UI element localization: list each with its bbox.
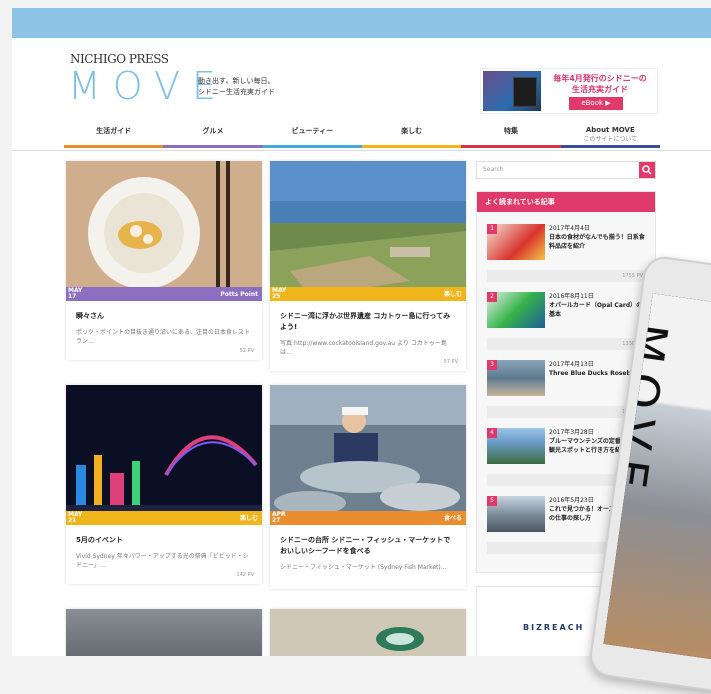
article-date: MAY 21: [68, 511, 83, 524]
article-excerpt: 写真:http://www.cockatooisland.gov.au より コ…: [280, 340, 447, 356]
top-bar: [12, 8, 711, 38]
article-card[interactable]: [270, 609, 466, 656]
ebook-text-1: 毎年4月発行のシドニーの: [553, 74, 647, 83]
ranked-title[interactable]: オパールカード（Opal Card）の基本: [549, 302, 642, 318]
search-box[interactable]: Search: [476, 161, 656, 179]
nav-item-feature[interactable]: 特集: [461, 118, 561, 148]
nav-item-gourmet[interactable]: グルメ: [163, 118, 263, 148]
ranked-text: 2016年8月11日オパールカード（Opal Card）の基本: [549, 292, 647, 319]
ranked-date: 2016年8月11日: [549, 293, 594, 300]
article-image: [270, 609, 466, 656]
tablet-icon: [513, 77, 537, 107]
rank-number: 5: [487, 496, 497, 506]
article-title[interactable]: シドニーの台所 シドニー・フィッシュ・マーケットでおいしいシーフードを食べる: [270, 525, 466, 561]
tagline-line-1: 動き出す、新しい毎日。: [198, 77, 275, 85]
search-icon: [642, 165, 652, 175]
nav-color-bar: [64, 145, 164, 148]
nav-item-guide[interactable]: 生活ガイド: [64, 118, 164, 148]
nav-color-bar: [361, 145, 462, 148]
article-category[interactable]: 食べる: [444, 513, 462, 522]
category-strip: [270, 287, 466, 301]
nav-color-bar: [262, 145, 362, 148]
article-image: [66, 609, 262, 656]
rank-number: 4: [487, 428, 497, 438]
article-category[interactable]: 楽しむ: [240, 513, 258, 522]
popular-heading: よく読まれている記事: [477, 192, 655, 212]
article-image: MAY 21 楽しむ: [66, 385, 262, 525]
nav-color-bar: [163, 145, 263, 148]
article-image: APR 27 食べる: [270, 385, 466, 525]
nav-color-bar: [560, 145, 660, 148]
ranked-date: 2017年4月4日: [549, 225, 590, 232]
article-title[interactable]: 瞬々さん: [66, 301, 262, 326]
category-strip: [270, 511, 466, 525]
article-date: MAY 17: [68, 287, 83, 300]
ranked-text: 2017年4月4日日本の食材がなんでも揃う！日系食料品店を紹介: [549, 224, 647, 251]
header-divider: [12, 150, 711, 151]
nav-label: ビューティー: [291, 127, 334, 135]
article-excerpt: シドニー・フィッシュ・マーケット (Sydney Fish Market)…: [280, 564, 447, 571]
fish-market-image: [270, 385, 466, 525]
article-card[interactable]: MAY 17 Potts Point 瞬々さん ポッツ・ポイントの目抜き通り沿いに…: [66, 161, 262, 360]
article-pageviews: 142 PV: [236, 572, 254, 578]
article-pageviews: 52 PV: [239, 348, 254, 354]
nav-color-bar: [461, 145, 561, 148]
article-image: MAY 25 楽しむ: [270, 161, 466, 301]
article-category[interactable]: Potts Point: [220, 291, 258, 298]
article-excerpt: ポッツ・ポイントの目抜き通り沿いにある、注目の日本食レストラン…: [76, 329, 251, 345]
search-button[interactable]: [639, 162, 655, 178]
ad-logo[interactable]: BIZREACH: [523, 623, 584, 632]
article-title[interactable]: 5月のイベント: [66, 525, 262, 550]
ebook-text-2: 生活充実ガイド: [572, 85, 628, 94]
rank-number: 2: [487, 292, 497, 302]
article-pageviews: [270, 583, 466, 589]
bowl-image: [376, 627, 424, 651]
article-card[interactable]: MAY 21 楽しむ 5月のイベント Vivid Sydney 年々パワー・アップ…: [66, 385, 262, 584]
ebook-text: 毎年4月発行のシドニーの 生活充実ガイド: [545, 73, 655, 95]
ebook-thumbnail: [483, 71, 541, 111]
tagline: 動き出す、新しい毎日。 シドニー生活充実ガイド: [198, 76, 275, 98]
nav-label: About MOVE: [585, 126, 635, 134]
nav-item-enjoy[interactable]: 楽しむ: [361, 118, 462, 148]
article-card[interactable]: APR 27 食べる シドニーの台所 シドニー・フィッシュ・マーケットでおいしいシ…: [270, 385, 466, 589]
ranked-article[interactable]: 1 2017年4月4日日本の食材がなんでも揃う！日系食料品店を紹介 1755 P…: [487, 224, 649, 286]
search-input[interactable]: Search: [483, 166, 504, 173]
main-nav: 生活ガイド グルメ ビューティー 楽しむ 特集 About MOVE このサイトに…: [64, 118, 660, 148]
ranked-pageviews: 1330 PV: [487, 338, 649, 350]
ranked-title[interactable]: 日本の食材がなんでも揃う！日系食料品店を紹介: [549, 234, 645, 250]
nav-label: 生活ガイド: [96, 127, 132, 135]
ebook-banner[interactable]: 毎年4月発行のシドニーの 生活充実ガイド eBook ▶: [480, 68, 658, 114]
article-pageviews: 57 PV: [443, 359, 458, 365]
food-plate-image: [66, 161, 262, 301]
ranked-title[interactable]: Three Blue Ducks Rosebery: [549, 370, 642, 377]
nav-label: 特集: [503, 127, 518, 135]
nav-sublabel: このサイトについて: [583, 136, 638, 143]
article-title[interactable]: シドニー湾に浮かぶ世界遺産 コカトゥー島に行ってみよう!: [270, 301, 466, 337]
island-aerial-image: [270, 161, 466, 301]
nav-item-beauty[interactable]: ビューティー: [262, 118, 362, 148]
article-category[interactable]: 楽しむ: [444, 289, 462, 298]
rank-number: 1: [487, 224, 497, 234]
vivid-sydney-image: [66, 385, 262, 525]
article-excerpt: Vivid Sydney 年々パワー・アップする光の祭典「ビビッド・シドニー」…: [76, 553, 249, 569]
ebook-button[interactable]: eBook ▶: [569, 97, 623, 110]
masthead: NICHIGO PRESS MOVE 動き出す、新しい毎日。 シドニー生活充実ガ…: [12, 38, 711, 118]
article-date: MAY 25: [272, 287, 287, 300]
ranked-article[interactable]: 2 2016年8月11日オパールカード（Opal Card）の基本 1330 P…: [487, 292, 649, 354]
tagline-line-2: シドニー生活充実ガイド: [198, 88, 275, 96]
article-image: MAY 17 Potts Point: [66, 161, 262, 301]
article-card[interactable]: MAY 25 楽しむ シドニー湾に浮かぶ世界遺産 コカトゥー島に行ってみよう! 写…: [270, 161, 466, 371]
nav-label: 楽しむ: [401, 127, 423, 135]
article-date: APR 27: [272, 511, 286, 524]
rank-number: 3: [487, 360, 497, 370]
ranked-pageviews: 1755 PV: [487, 270, 649, 282]
nav-label: グルメ: [202, 127, 224, 135]
nav-item-about[interactable]: About MOVE このサイトについて: [560, 118, 660, 148]
article-card[interactable]: [66, 609, 262, 656]
category-strip: [66, 511, 262, 525]
